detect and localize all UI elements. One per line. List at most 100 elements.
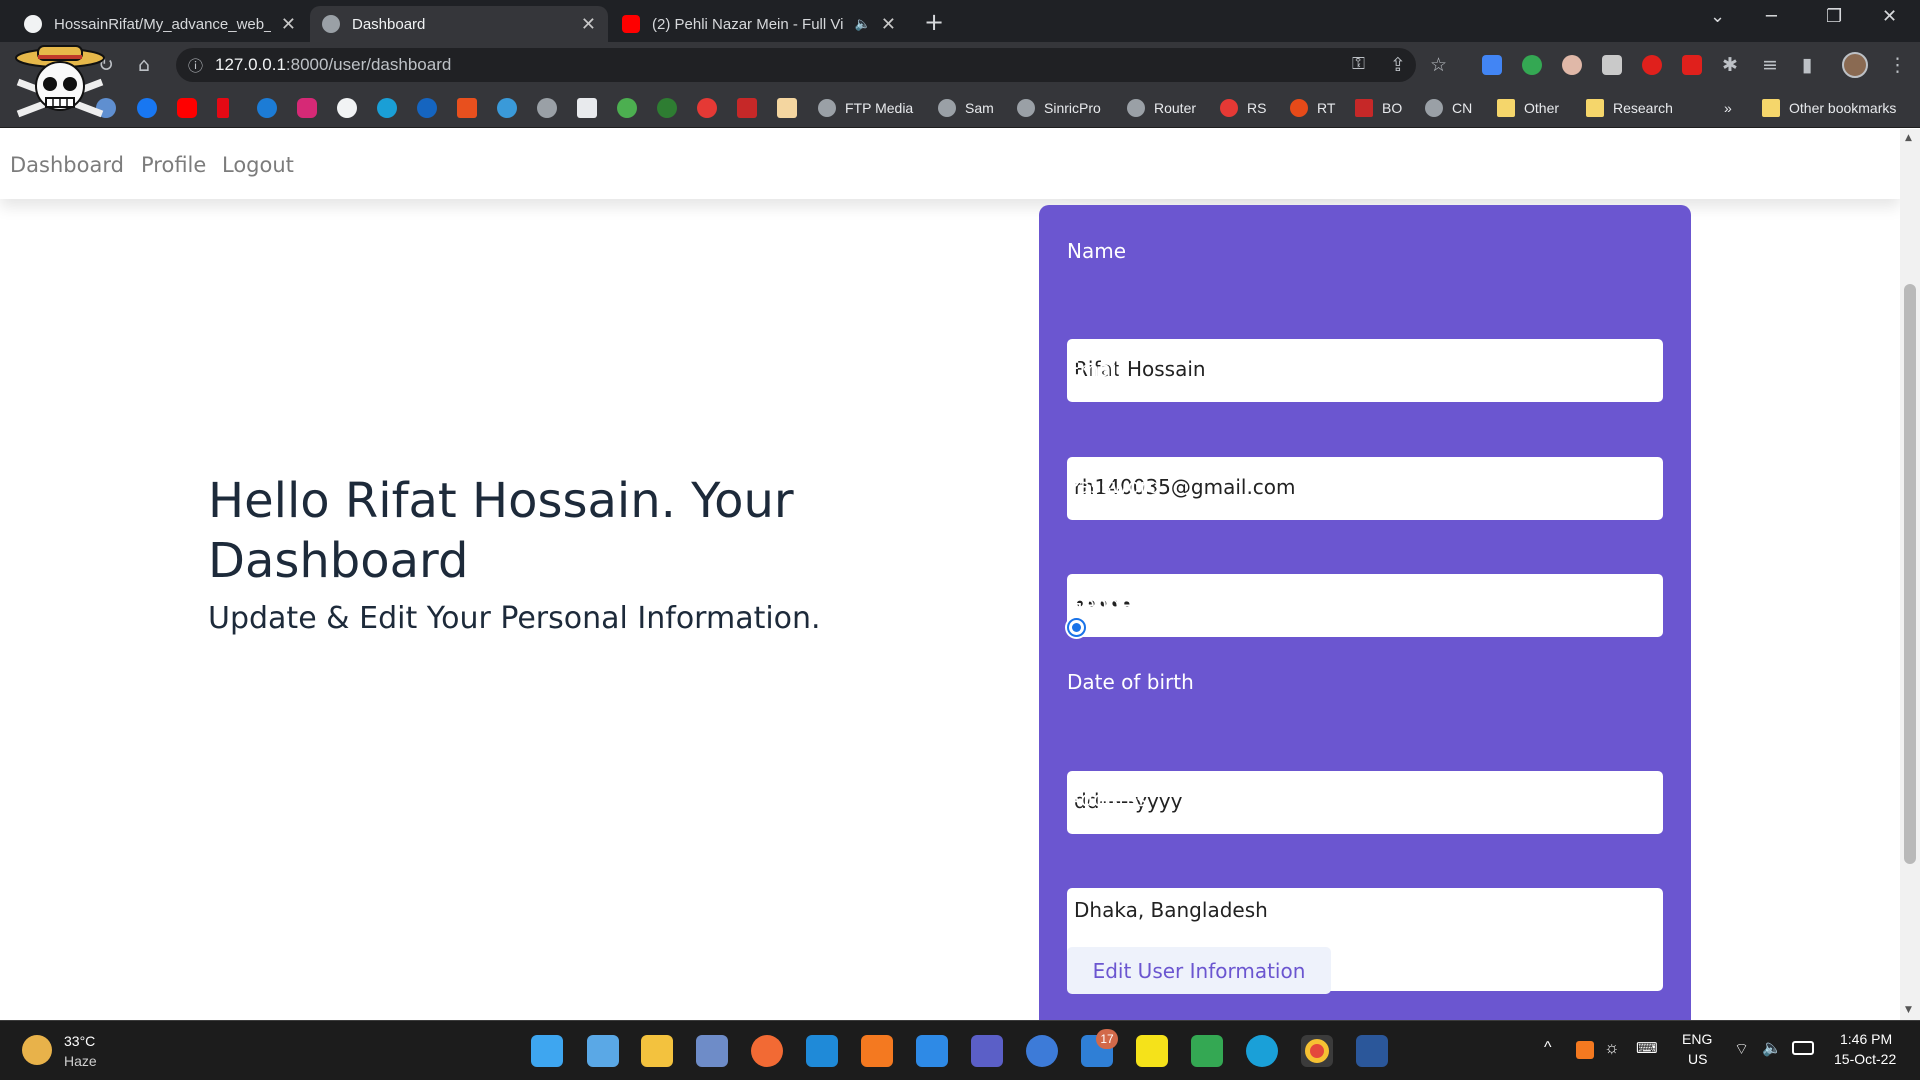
clock-date[interactable]: 15-Oct-22 (1834, 1051, 1896, 1067)
postman-icon[interactable] (751, 1035, 783, 1067)
bookmark-other-bookmarks[interactable]: Other bookmarks (1762, 97, 1896, 119)
weather-temp[interactable]: 33°C (64, 1033, 95, 1049)
xampp-icon[interactable] (861, 1035, 893, 1067)
tray-overflow-icon[interactable]: ^ (1544, 1039, 1552, 1057)
speaker-icon[interactable]: 🔈 (855, 16, 871, 32)
star-icon[interactable]: ☆ (1430, 54, 1447, 76)
performance-icon[interactable] (696, 1035, 728, 1067)
close-icon[interactable]: ✕ (281, 14, 296, 35)
bookmark-bo[interactable]: BO (1355, 97, 1402, 119)
nav-dashboard-link[interactable]: Dashboard (10, 153, 124, 177)
facebook-icon[interactable] (137, 98, 157, 118)
extension-icon[interactable] (1682, 55, 1702, 75)
language-top[interactable]: ENG (1682, 1031, 1712, 1047)
edge-icon[interactable] (1246, 1035, 1278, 1067)
bookmarks-overflow-icon[interactable]: » (1724, 97, 1732, 119)
volume-icon[interactable]: 🔈 (1762, 1038, 1782, 1058)
puzzle-icon[interactable]: ✱ (1722, 54, 1738, 76)
tab-youtube[interactable]: (2) Pehli Nazar Mein - Full Vi 🔈 ✕ (610, 6, 908, 42)
youtube-icon[interactable] (177, 98, 197, 118)
start-icon[interactable] (531, 1035, 563, 1067)
close-icon[interactable]: ✕ (881, 14, 896, 35)
close-icon[interactable]: ✕ (581, 14, 596, 35)
bookmark-icon[interactable] (497, 98, 517, 118)
adblock-icon[interactable] (1642, 55, 1662, 75)
bookmark-rs[interactable]: RS (1220, 97, 1266, 119)
extension-icon[interactable] (1602, 55, 1622, 75)
bookmark-icon[interactable] (697, 98, 717, 118)
notepad-icon[interactable] (916, 1035, 948, 1067)
teams-icon[interactable] (971, 1035, 1003, 1067)
reading-list-icon[interactable]: ≡ (1762, 54, 1778, 76)
google-drive-icon[interactable] (1191, 1035, 1223, 1067)
bookmark-ftp-media[interactable]: FTP Media (818, 97, 913, 119)
avatar[interactable] (1842, 52, 1868, 78)
weather-icon[interactable] (22, 1035, 52, 1065)
xampp-tray-icon[interactable] (1576, 1041, 1594, 1059)
bookmark-icon[interactable] (777, 98, 797, 118)
clock-time[interactable]: 1:46 PM (1840, 1031, 1892, 1047)
bookmark-rt[interactable]: RT (1290, 97, 1335, 119)
home-icon[interactable]: ⌂ (138, 54, 150, 76)
word-icon[interactable] (1356, 1035, 1388, 1067)
player-icon[interactable] (1136, 1035, 1168, 1067)
bookmark-icon[interactable] (457, 98, 477, 118)
key-icon[interactable]: ⚿ (1352, 54, 1365, 74)
netflix-icon[interactable] (217, 98, 229, 118)
menu-icon[interactable]: ⋮ (1888, 54, 1907, 76)
language-bottom[interactable]: US (1688, 1051, 1707, 1067)
bookmark-folder-research[interactable]: Research (1586, 97, 1673, 119)
bookmark-icon[interactable] (377, 98, 397, 118)
page-scrollbar[interactable]: ▲ ▼ (1900, 129, 1920, 1020)
instagram-icon[interactable] (297, 98, 317, 118)
edit-user-button[interactable]: Edit User Information (1067, 947, 1331, 994)
scroll-up-icon[interactable]: ▲ (1905, 133, 1912, 143)
taskview-icon[interactable] (587, 1035, 619, 1067)
github-icon[interactable] (337, 98, 357, 118)
new-tab-button[interactable]: + (924, 8, 944, 36)
scrollbar-thumb[interactable] (1904, 284, 1916, 864)
bookmark-folder-other[interactable]: Other (1497, 97, 1559, 119)
gender-other-radio[interactable] (1256, 617, 1276, 637)
tab-dashboard[interactable]: Dashboard ✕ (310, 6, 608, 42)
sidepanel-icon[interactable]: ▮ (1802, 54, 1812, 76)
file-explorer-icon[interactable] (641, 1035, 673, 1067)
bookmark-icon[interactable] (617, 98, 637, 118)
name-field[interactable]: Rifat Hossain (1067, 339, 1663, 402)
chrome-icon[interactable] (1301, 1035, 1333, 1067)
site-info-icon[interactable]: ⓘ (188, 55, 203, 76)
bookmark-icon[interactable] (657, 98, 677, 118)
bookmark-sam[interactable]: Sam (938, 97, 994, 119)
dob-field[interactable]: dd-----yyyy (1067, 771, 1663, 834)
restore-button[interactable]: ❐ (1826, 6, 1842, 27)
gender-male-radio[interactable] (1067, 617, 1086, 637)
address-bar[interactable]: ⓘ 127.0.0.1:8000/user/dashboard (176, 48, 1416, 82)
play-icon[interactable] (257, 98, 277, 118)
translate-extension-icon[interactable] (1482, 55, 1502, 75)
close-window-button[interactable]: ✕ (1882, 6, 1897, 27)
weather-desc[interactable]: Haze (64, 1053, 97, 1069)
bookmark-sinricpro[interactable]: SinricPro (1017, 97, 1101, 119)
bookmark-icon[interactable] (417, 98, 437, 118)
vscode-icon[interactable] (806, 1035, 838, 1067)
minimize-button[interactable]: ─ (1766, 6, 1777, 27)
nav-profile-link[interactable]: Profile (141, 153, 206, 177)
extension-icon[interactable] (1562, 55, 1582, 75)
qbittorrent-icon[interactable] (1026, 1035, 1058, 1067)
scroll-down-icon[interactable]: ▼ (1905, 1005, 1912, 1015)
bookmark-cn[interactable]: CN (1425, 97, 1472, 119)
wifi-icon[interactable]: ⌔ (1734, 1039, 1749, 1059)
tab-github[interactable]: HossainRifat/My_advance_web_V ✕ (12, 6, 308, 42)
keyboard-icon[interactable]: ⌨ (1636, 1039, 1658, 1057)
gender-female-radio[interactable] (1149, 617, 1169, 637)
battery-icon[interactable] (1792, 1041, 1814, 1055)
tab-search-icon[interactable]: ⌄ (1710, 6, 1725, 27)
share-icon[interactable]: ⇪ (1390, 54, 1406, 76)
globe-icon[interactable] (537, 98, 557, 118)
bookmark-router[interactable]: Router (1127, 97, 1196, 119)
brightness-icon[interactable]: ☼ (1604, 1038, 1620, 1058)
nav-logout-link[interactable]: Logout (222, 153, 294, 177)
bookmark-icon[interactable] (737, 98, 757, 118)
bookmark-icon[interactable] (577, 98, 597, 118)
extension-icon[interactable] (1522, 55, 1542, 75)
